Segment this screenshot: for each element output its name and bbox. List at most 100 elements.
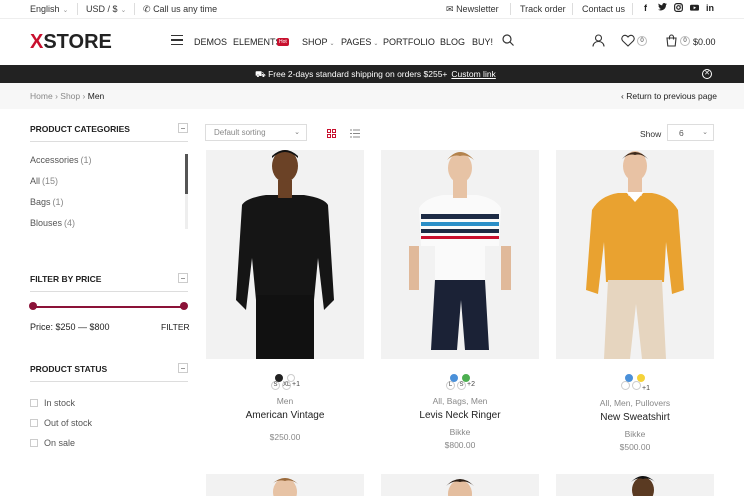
divider [134,3,135,15]
category-scrollbar[interactable] [185,154,188,229]
status-label: In stock [44,398,76,408]
product-image[interactable] [556,150,714,359]
product-price: $500.00 [619,442,651,452]
product-title[interactable]: American Vintage [206,410,364,421]
track-order-link[interactable]: Track order [520,4,566,14]
nav-buy[interactable]: Buy! [472,37,493,47]
wishlist-count: 0 [637,36,647,46]
chevron-left-icon: ‹ [621,91,624,101]
menu-icon[interactable] [171,35,183,46]
collapse-icon[interactable] [178,363,188,373]
newsletter-link[interactable]: ✉ Newsletter [446,4,499,15]
collapse-icon[interactable] [178,123,188,133]
size-option[interactable] [632,381,641,390]
logo[interactable]: XSTORE [30,31,112,54]
instagram-icon[interactable] [674,3,683,14]
promo-text: ⛟ Free 2-days standard shipping on order… [255,69,496,81]
status-on-sale[interactable]: On sale [30,438,75,448]
more-sizes: +2 [467,381,475,388]
contact-us-link[interactable]: Contact us [582,4,625,14]
product-card[interactable]: L S +2 All, Bags, Men Levis Neck Ringer Bi… [381,150,539,450]
color-swatch[interactable] [287,374,295,382]
nav-portfolio[interactable]: Portfolio [383,37,435,47]
status-label: Out of stock [44,418,93,428]
categories-heading[interactable]: Product Categories [30,118,188,142]
breadcrumb-shop[interactable]: Shop [60,91,80,101]
return-link[interactable]: ‹ Return to previous page [621,91,717,101]
main-header: XSTORE Demos Elements Hot Shop ⌄ Pages ⌄ P… [0,19,744,65]
category-label: Blouses [30,218,63,228]
product-image[interactable] [556,474,714,496]
cart-count: 0 [680,36,690,46]
size-option[interactable]: XL [282,381,291,390]
product-title[interactable]: New Sweatshirt [556,412,714,423]
product-image[interactable] [206,150,364,359]
facebook-icon[interactable]: f [644,3,647,13]
category-item[interactable]: All (15) [30,176,58,186]
collapse-icon[interactable] [178,273,188,283]
product-card[interactable]: +1 All, Men, Pullovers New Sweatshirt Bi… [556,150,714,452]
price-min-handle[interactable] [29,302,37,310]
category-item[interactable]: Blouses (4) [30,218,75,228]
nav-shop[interactable]: Shop ⌄ [302,37,335,47]
newsletter-label: Newsletter [456,4,499,14]
sort-select[interactable]: Default sorting ⌄ [205,124,307,141]
breadcrumb-home[interactable]: Home [30,91,53,101]
product-image[interactable] [206,474,364,496]
promo-link[interactable]: Custom link [451,69,495,79]
call-link[interactable]: ✆ Call us any time [143,4,217,15]
nav-elements[interactable]: Elements [233,37,282,47]
price-range-track[interactable] [30,306,186,308]
per-page-select[interactable]: 6 ⌄ [667,124,714,141]
chevron-down-icon: ⌄ [120,7,127,14]
product-image[interactable] [381,150,539,359]
size-option[interactable]: L [446,381,455,390]
nav-demos[interactable]: Demos [194,37,227,47]
status-in-stock[interactable]: In stock [30,398,75,408]
checkbox[interactable] [30,439,38,447]
close-icon[interactable]: ✕ [702,69,712,79]
youtube-icon[interactable] [690,3,699,14]
color-swatch[interactable] [462,374,470,382]
search-icon[interactable] [502,34,514,46]
product-price: $800.00 [444,440,476,450]
color-swatch[interactable] [637,374,645,382]
language-selector[interactable]: English ⌄ [30,4,68,14]
product-categories[interactable]: All, Bags, Men [381,396,539,406]
list-view-icon[interactable] [350,129,360,138]
product-categories[interactable]: Men [206,396,364,406]
checkbox[interactable] [30,399,38,407]
cart-total[interactable]: $0.00 [693,37,716,47]
product-image[interactable] [381,474,539,496]
size-option[interactable]: S [271,381,280,390]
grid-view-icon[interactable] [327,129,336,138]
category-item[interactable]: Bags (1) [30,197,64,207]
nav-blog[interactable]: Blog [440,37,465,47]
price-max-handle[interactable] [180,302,188,310]
product-brand[interactable]: Bikke [381,427,539,437]
return-label: Return to previous page [626,91,717,101]
color-swatch[interactable] [625,374,633,382]
product-card[interactable]: S XL +1 Men American Vintage $250.00 [206,150,364,442]
color-swatch[interactable] [275,374,283,382]
chevron-down-icon: ⌄ [329,41,335,47]
linkedin-icon[interactable]: in [706,3,714,13]
product-title[interactable]: Levis Neck Ringer [381,410,539,421]
filter-button[interactable]: Filter [161,322,190,332]
product-categories[interactable]: All, Men, Pullovers [556,398,714,408]
user-icon[interactable] [592,34,605,47]
price-filter-heading[interactable]: Filter by Price [30,268,188,292]
twitter-icon[interactable] [658,3,667,13]
currency-selector[interactable]: USD / $ ⌄ [86,4,126,14]
size-option[interactable]: S [457,381,466,390]
checkbox[interactable] [30,419,38,427]
category-item[interactable]: Accessories (1) [30,155,92,165]
status-heading[interactable]: Product Status [30,358,188,382]
cart-icon[interactable] [665,34,678,47]
wishlist-icon[interactable] [621,34,635,47]
color-swatch[interactable] [450,374,458,382]
nav-pages[interactable]: Pages ⌄ [341,37,378,47]
product-brand[interactable]: Bikke [556,429,714,439]
size-option[interactable] [621,381,630,390]
status-out-of-stock[interactable]: Out of stock [30,418,92,428]
